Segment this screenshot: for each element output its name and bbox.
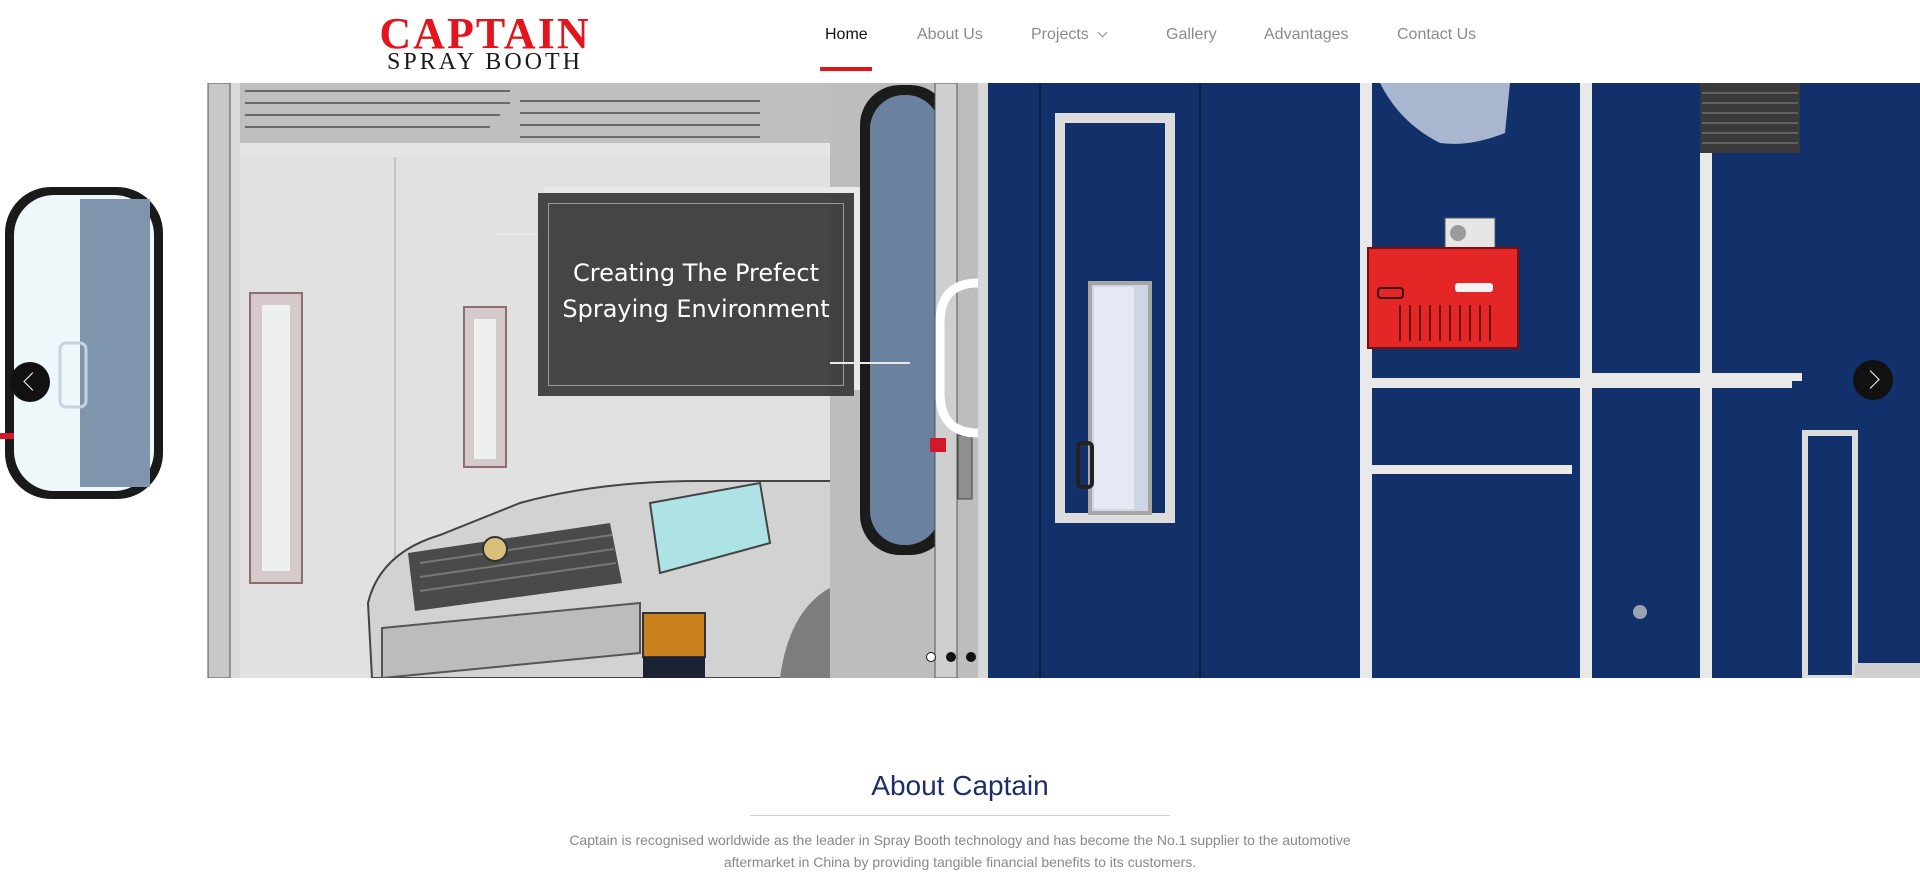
about-divider xyxy=(750,815,1170,816)
chevron-left-icon xyxy=(23,372,42,391)
slide-dot-3[interactable] xyxy=(966,652,976,662)
hero-slider[interactable]: Creating The Prefect Spraying Environmen… xyxy=(0,83,1920,678)
hero-caption-line-1: Creating The Prefect xyxy=(573,259,819,287)
slide-dot-2[interactable] xyxy=(946,652,956,662)
nav-projects-label: Projects xyxy=(1031,26,1089,43)
slider-prev-button[interactable] xyxy=(10,362,50,402)
nav-projects[interactable]: Projects xyxy=(1031,26,1108,44)
site-header: CAPTAIN SPRAY BOOTH Home About Us Projec… xyxy=(0,0,1920,83)
logo-tagline: SPRAY BOOTH xyxy=(387,49,583,75)
slider-next-button[interactable] xyxy=(1853,360,1893,400)
caption-decor-line-bottom xyxy=(830,362,910,364)
hero-caption: Creating The Prefect Spraying Environmen… xyxy=(538,255,854,327)
hero-caption-box: Creating The Prefect Spraying Environmen… xyxy=(538,193,854,396)
nav-advantages[interactable]: Advantages xyxy=(1264,26,1349,44)
slide-dot-1[interactable] xyxy=(926,652,936,662)
chevron-right-icon xyxy=(1861,370,1880,389)
nav-about-us[interactable]: About Us xyxy=(917,26,983,44)
chevron-down-icon xyxy=(1097,27,1108,38)
nav-gallery[interactable]: Gallery xyxy=(1166,26,1217,44)
about-heading: About Captain xyxy=(871,770,1049,801)
nav-contact-us[interactable]: Contact Us xyxy=(1397,26,1476,44)
hero-caption-line-2: Spraying Environment xyxy=(562,295,830,323)
about-description: Captain is recognised worldwide as the l… xyxy=(569,832,1351,870)
active-nav-indicator xyxy=(820,67,872,71)
nav-home[interactable]: Home xyxy=(825,26,868,44)
captain-logo[interactable]: CAPTAIN SPRAY BOOTH xyxy=(370,12,600,76)
spray-booth-illustration xyxy=(0,83,1920,678)
